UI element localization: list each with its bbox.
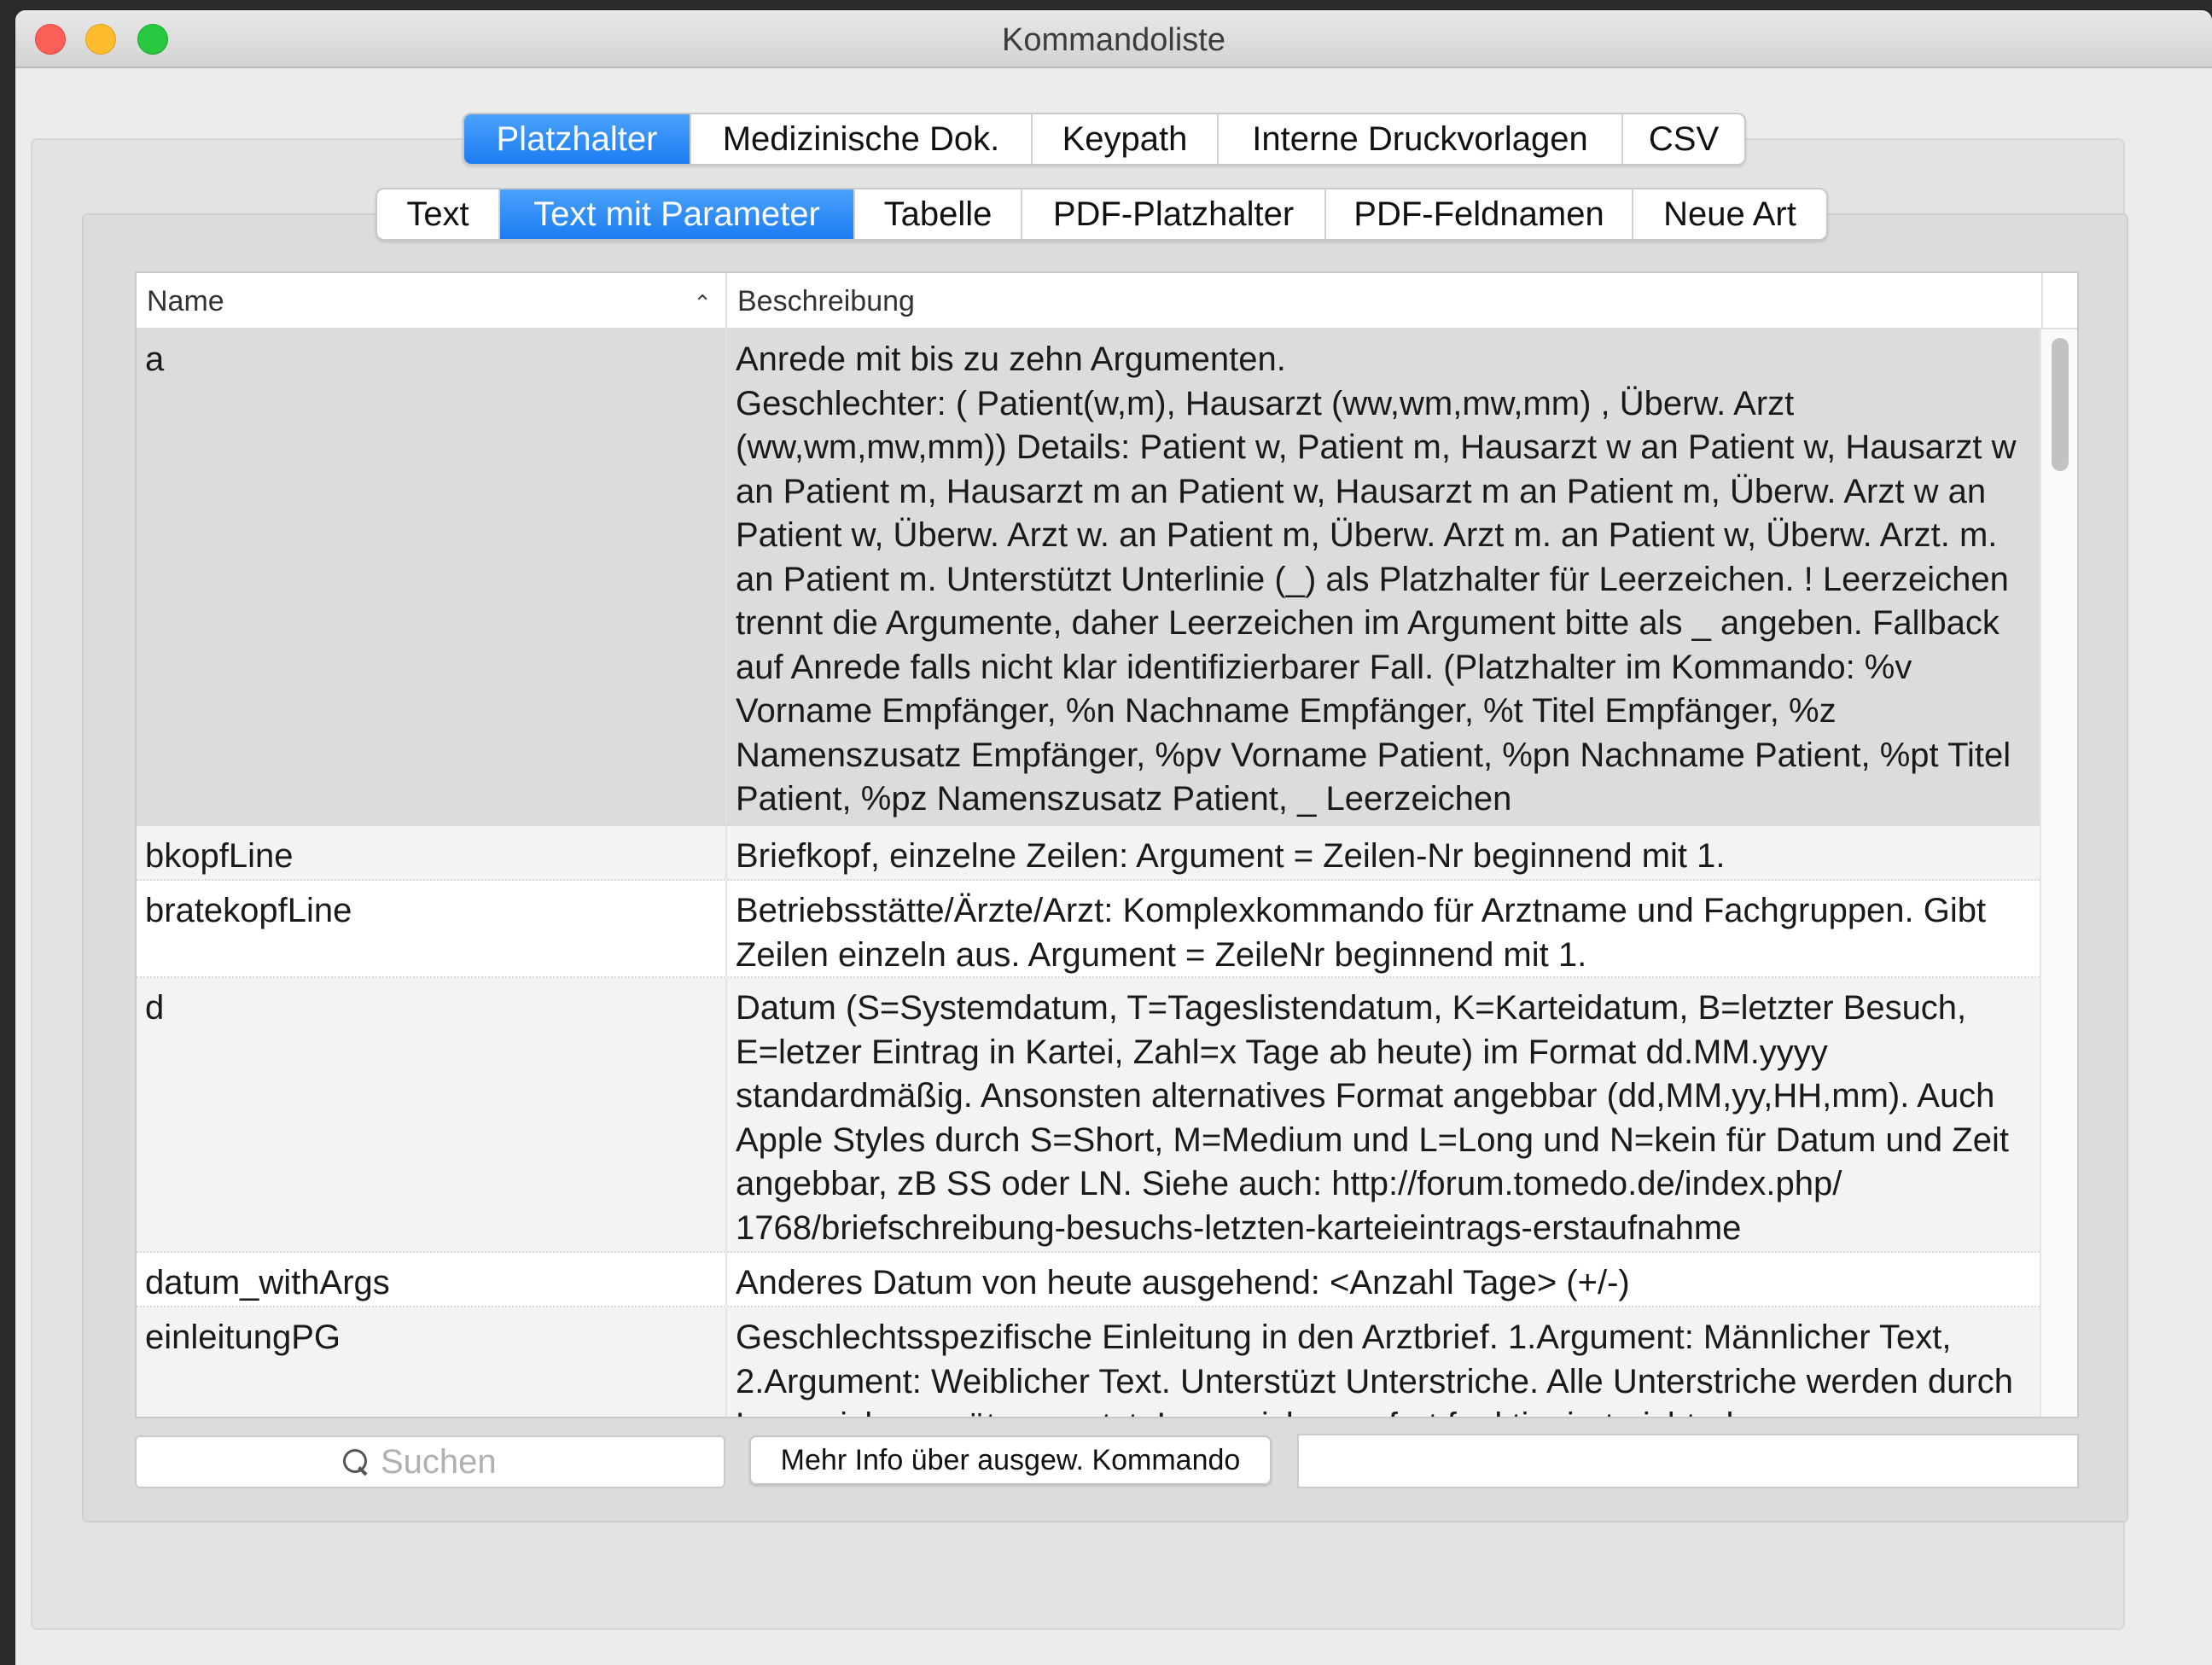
table-row[interactable]: a Anrede mit bis zu zehn Argumenten. Ges… — [137, 329, 2043, 826]
subtab-tabelle[interactable]: Tabelle — [855, 189, 1022, 239]
table-body: a Anrede mit bis zu zehn Argumenten. Ges… — [137, 329, 2043, 1417]
chevron-up-icon: ⌃ — [693, 290, 712, 316]
table-row[interactable]: bratekopfLine Betriebsstätte/Ärzte/Arzt:… — [137, 881, 2043, 978]
subtab-neue-art[interactable]: Neue Art — [1633, 189, 1826, 239]
table-row[interactable]: d Datum (S=Systemdatum, T=Tageslistendat… — [137, 978, 2043, 1253]
window-title: Kommandoliste — [1002, 22, 1225, 58]
row-description: Betriebsstätte/Ärzte/Arzt: Komplexkomman… — [736, 892, 1987, 974]
search-icon — [343, 1449, 369, 1475]
row-name: d — [137, 978, 727, 1251]
row-name: a — [137, 329, 727, 824]
tab-medizinische-dok[interactable]: Medizinische Dok. — [691, 114, 1033, 164]
row-description: Anrede mit bis zu zehn Argumenten. Gesch… — [736, 341, 2017, 818]
column-header-name-label: Name — [147, 284, 224, 317]
row-description: Datum (S=Systemdatum, T=Tageslistendatum… — [736, 989, 2009, 1247]
tab-platzhalter[interactable]: Platzhalter — [464, 114, 691, 164]
column-header-description-label: Beschreibung — [737, 284, 915, 317]
table-scrollbar[interactable] — [2040, 329, 2077, 1417]
sub-tab-bar: Text Text mit Parameter Tabelle PDF-Plat… — [375, 188, 1828, 241]
tab-interne-druckvorlagen[interactable]: Interne Druckvorlagen — [1219, 114, 1623, 164]
scrollbar-thumb[interactable] — [2052, 338, 2069, 471]
tab-keypath[interactable]: Keypath — [1033, 114, 1219, 164]
row-name: datum_withArgs — [137, 1253, 727, 1306]
table-row[interactable]: einleitungPG Geschlechtsspezifische Einl… — [137, 1307, 2043, 1417]
table-header: Name ⌃ Beschreibung — [137, 273, 2077, 329]
subtab-pdf-feldnamen[interactable]: PDF-Feldnamen — [1326, 189, 1633, 239]
subtab-pdf-platzhalter[interactable]: PDF-Platzhalter — [1022, 189, 1326, 239]
title-bar: Kommandoliste — [15, 10, 2212, 68]
main-tab-bar: Platzhalter Medizinische Dok. Keypath In… — [463, 113, 1746, 166]
more-info-button[interactable]: Mehr Info über ausgew. Kommando — [749, 1435, 1272, 1485]
row-description: Geschlechtsspezifische Einleitung in den… — [736, 1319, 2013, 1417]
subtab-text-mit-parameter[interactable]: Text mit Parameter — [500, 189, 855, 239]
column-header-name[interactable]: Name ⌃ — [137, 273, 727, 329]
row-name: bkopfLine — [137, 826, 727, 879]
row-name: einleitungPG — [137, 1307, 727, 1417]
subtab-text[interactable]: Text — [377, 189, 500, 239]
app-window: Kommandoliste Platzhalter Medizinische D… — [15, 10, 2212, 1665]
search-field[interactable] — [135, 1435, 725, 1488]
row-description: Briefkopf, einzelne Zeilen: Argument = Z… — [736, 837, 1726, 875]
command-table: Name ⌃ Beschreibung a Anrede mit bis zu … — [135, 271, 2079, 1418]
search-input[interactable] — [381, 1442, 517, 1482]
table-row[interactable]: bkopfLine Briefkopf, einzelne Zeilen: Ar… — [137, 826, 2043, 881]
column-header-description[interactable]: Beschreibung — [727, 273, 2043, 329]
table-row[interactable]: datum_withArgs Anderes Datum von heute a… — [137, 1253, 2043, 1307]
info-text-field[interactable] — [1297, 1434, 2079, 1488]
tab-csv[interactable]: CSV — [1623, 114, 1744, 164]
row-name: bratekopfLine — [137, 881, 727, 976]
row-description: Anderes Datum von heute ausgehend: <Anza… — [736, 1264, 1630, 1301]
